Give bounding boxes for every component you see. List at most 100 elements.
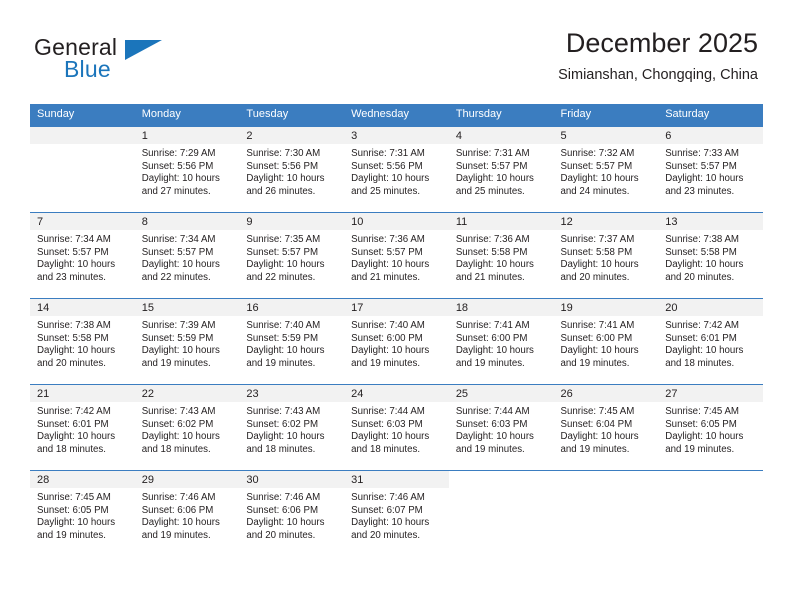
calendar-day-cell[interactable]: 5 Sunrise: 7:32 AM Sunset: 5:57 PM Daylight… (553, 126, 659, 213)
day-number: 25 (448, 385, 554, 402)
sunset-time: Sunset: 5:56 PM (141, 160, 214, 172)
day-number: 12 (553, 213, 659, 230)
day-number: 28 (30, 471, 135, 488)
sunset-time: Sunset: 5:59 PM (246, 332, 319, 344)
day-cell-inner: 27 Sunrise: 7:45 AM Sunset: 6:05 PM Dayligh… (658, 385, 763, 470)
day-number: 17 (344, 299, 449, 316)
day-cell-inner: 24 Sunrise: 7:44 AM Sunset: 6:03 PM Dayligh… (344, 385, 449, 470)
sunrise-time: Sunrise: 7:29 AM (141, 148, 216, 159)
sunrise-time: Sunrise: 7:45 AM (37, 492, 111, 503)
sunrise-time: Sunrise: 7:44 AM (351, 406, 425, 417)
daylight-duration-line1: Daylight: 10 hours (455, 259, 534, 271)
weekday-header-tuesday: Tuesday (239, 104, 345, 127)
page-title: December 2025 (565, 28, 758, 58)
calendar-day-cell[interactable]: 13 Sunrise: 7:38 AM Sunset: 5:58 PM Dayligh… (658, 212, 763, 299)
daylight-duration-line2: and 19 minutes. (351, 357, 421, 369)
daylight-duration-line1: Daylight: 10 hours (246, 173, 325, 185)
day-cell-inner: 16 Sunrise: 7:40 AM Sunset: 5:59 PM Dayligh… (239, 299, 345, 384)
day-number: 8 (134, 213, 240, 230)
sunset-time: Sunset: 5:57 PM (37, 246, 109, 258)
day-cell-inner: 12 Sunrise: 7:37 AM Sunset: 5:58 PM Dayligh… (553, 213, 659, 298)
daylight-duration-line1: Daylight: 10 hours (246, 345, 325, 357)
daylight-duration-line1: Daylight: 10 hours (560, 345, 639, 357)
day-number: 21 (30, 385, 135, 402)
calendar-day-cell[interactable]: 6 Sunrise: 7:33 AM Sunset: 5:57 PM Daylight… (658, 126, 763, 213)
daylight-duration-line1: Daylight: 10 hours (141, 173, 220, 185)
calendar-day-cell[interactable]: 11 Sunrise: 7:36 AM Sunset: 5:58 PM Dayligh… (448, 212, 554, 299)
daylight-duration-line2: and 21 minutes. (455, 271, 525, 283)
day-number: 19 (553, 299, 659, 316)
calendar-day-cell (658, 470, 763, 557)
day-cell-inner: 4 Sunrise: 7:31 AM Sunset: 5:57 PM Daylight… (448, 127, 554, 212)
daylight-duration-line1: Daylight: 10 hours (665, 345, 744, 357)
daylight-duration-line2: and 18 minutes. (351, 443, 421, 455)
calendar-week-row: 28 Sunrise: 7:45 AM Sunset: 6:05 PM Dayligh… (30, 470, 763, 557)
calendar-day-cell[interactable]: 7 Sunrise: 7:34 AM Sunset: 5:57 PM Daylight… (30, 212, 135, 299)
calendar-day-cell[interactable]: 18 Sunrise: 7:41 AM Sunset: 6:00 PM Dayligh… (448, 298, 554, 385)
calendar-day-cell[interactable]: 21 Sunrise: 7:42 AM Sunset: 6:01 PM Dayligh… (30, 384, 135, 471)
sunrise-time: Sunrise: 7:42 AM (37, 406, 111, 417)
calendar-day-cell[interactable]: 22 Sunrise: 7:43 AM Sunset: 6:02 PM Dayligh… (134, 384, 240, 471)
day-details: Sunrise: 7:45 AM Sunset: 6:05 PM Daylight:… (658, 402, 763, 456)
daylight-duration-line2: and 20 minutes. (246, 529, 316, 541)
brand-logo[interactable]: General Blue (34, 34, 234, 92)
daylight-duration-line2: and 19 minutes. (560, 357, 630, 369)
daylight-duration-line2: and 20 minutes. (665, 271, 735, 283)
daylight-duration-line1: Daylight: 10 hours (351, 431, 430, 443)
calendar-day-cell[interactable]: 15 Sunrise: 7:39 AM Sunset: 5:59 PM Dayligh… (134, 298, 240, 385)
calendar-day-cell[interactable]: 25 Sunrise: 7:44 AM Sunset: 6:03 PM Dayligh… (448, 384, 554, 471)
day-number: 16 (239, 299, 345, 316)
page-subtitle: Simianshan, Chongqing, China (558, 67, 758, 83)
calendar-day-cell[interactable]: 1 Sunrise: 7:29 AM Sunset: 5:56 PM Daylight… (134, 126, 240, 213)
sunrise-time: Sunrise: 7:30 AM (246, 148, 321, 159)
calendar-day-cell[interactable]: 20 Sunrise: 7:42 AM Sunset: 6:01 PM Dayligh… (658, 298, 763, 385)
day-cell-inner: 22 Sunrise: 7:43 AM Sunset: 6:02 PM Dayligh… (134, 385, 240, 470)
day-number: 10 (344, 213, 449, 230)
calendar-day-cell[interactable]: 26 Sunrise: 7:45 AM Sunset: 6:04 PM Dayligh… (553, 384, 659, 471)
calendar-page: General Blue December 2025 Simianshan, C… (0, 0, 792, 612)
sunset-time: Sunset: 6:03 PM (455, 418, 528, 430)
weekday-header-wednesday: Wednesday (344, 104, 449, 127)
brand-name-blue: Blue (64, 56, 111, 82)
calendar-day-cell[interactable]: 10 Sunrise: 7:36 AM Sunset: 5:57 PM Dayligh… (344, 212, 449, 299)
calendar-week-row: 14 Sunrise: 7:38 AM Sunset: 5:58 PM Dayligh… (30, 298, 763, 385)
calendar-day-cell[interactable]: 4 Sunrise: 7:31 AM Sunset: 5:57 PM Daylight… (448, 126, 554, 213)
calendar-day-cell[interactable]: 31 Sunrise: 7:46 AM Sunset: 6:07 PM Dayligh… (344, 470, 449, 557)
day-details: Sunrise: 7:43 AM Sunset: 6:02 PM Daylight:… (239, 402, 344, 456)
day-details: Sunrise: 7:35 AM Sunset: 5:57 PM Daylight:… (239, 230, 344, 284)
calendar-day-cell[interactable]: 9 Sunrise: 7:35 AM Sunset: 5:57 PM Daylight… (239, 212, 345, 299)
day-number (30, 127, 135, 144)
day-cell-inner (30, 127, 135, 212)
day-cell-inner: 7 Sunrise: 7:34 AM Sunset: 5:57 PM Daylight… (30, 213, 135, 298)
sunrise-time: Sunrise: 7:32 AM (560, 148, 635, 159)
calendar-day-cell[interactable]: 3 Sunrise: 7:31 AM Sunset: 5:56 PM Daylight… (344, 126, 449, 213)
calendar-day-cell[interactable]: 19 Sunrise: 7:41 AM Sunset: 6:00 PM Dayligh… (553, 298, 659, 385)
calendar-day-cell[interactable]: 24 Sunrise: 7:44 AM Sunset: 6:03 PM Dayligh… (344, 384, 449, 471)
daylight-duration-line1: Daylight: 10 hours (246, 517, 325, 529)
daylight-duration-line2: and 27 minutes. (141, 185, 211, 197)
daylight-duration-line2: and 20 minutes. (351, 529, 421, 541)
title-block: December 2025 Simianshan, Chongqing, Chi… (558, 26, 758, 86)
sunrise-time: Sunrise: 7:46 AM (246, 492, 321, 503)
calendar-day-cell[interactable]: 28 Sunrise: 7:45 AM Sunset: 6:05 PM Dayligh… (30, 470, 135, 557)
calendar-day-cell[interactable]: 8 Sunrise: 7:34 AM Sunset: 5:57 PM Daylight… (134, 212, 240, 299)
calendar-day-cell[interactable]: 23 Sunrise: 7:43 AM Sunset: 6:02 PM Dayligh… (239, 384, 345, 471)
weekday-header-thursday: Thursday (448, 104, 554, 127)
calendar-day-cell[interactable]: 2 Sunrise: 7:30 AM Sunset: 5:56 PM Daylight… (239, 126, 345, 213)
calendar-day-cell[interactable]: 14 Sunrise: 7:38 AM Sunset: 5:58 PM Dayligh… (30, 298, 135, 385)
calendar-day-cell[interactable]: 12 Sunrise: 7:37 AM Sunset: 5:58 PM Dayligh… (553, 212, 659, 299)
sunset-time: Sunset: 6:00 PM (455, 332, 528, 344)
sunrise-time: Sunrise: 7:46 AM (351, 492, 425, 503)
calendar-day-cell[interactable]: 17 Sunrise: 7:40 AM Sunset: 6:00 PM Dayligh… (344, 298, 449, 385)
daylight-duration-line2: and 19 minutes. (665, 443, 735, 455)
calendar-day-cell[interactable]: 16 Sunrise: 7:40 AM Sunset: 5:59 PM Dayligh… (239, 298, 345, 385)
calendar-day-cell[interactable]: 29 Sunrise: 7:46 AM Sunset: 6:06 PM Dayligh… (134, 470, 240, 557)
calendar-day-cell[interactable]: 27 Sunrise: 7:45 AM Sunset: 6:05 PM Dayligh… (658, 384, 763, 471)
day-details: Sunrise: 7:33 AM Sunset: 5:57 PM Daylight:… (658, 144, 763, 198)
day-cell-inner: 25 Sunrise: 7:44 AM Sunset: 6:03 PM Dayligh… (448, 385, 554, 470)
daylight-duration-line1: Daylight: 10 hours (141, 259, 220, 271)
daylight-duration-line1: Daylight: 10 hours (665, 173, 744, 185)
daylight-duration-line1: Daylight: 10 hours (455, 345, 534, 357)
sunset-time: Sunset: 5:56 PM (351, 160, 423, 172)
calendar-day-cell[interactable]: 30 Sunrise: 7:46 AM Sunset: 6:06 PM Dayligh… (239, 470, 345, 557)
